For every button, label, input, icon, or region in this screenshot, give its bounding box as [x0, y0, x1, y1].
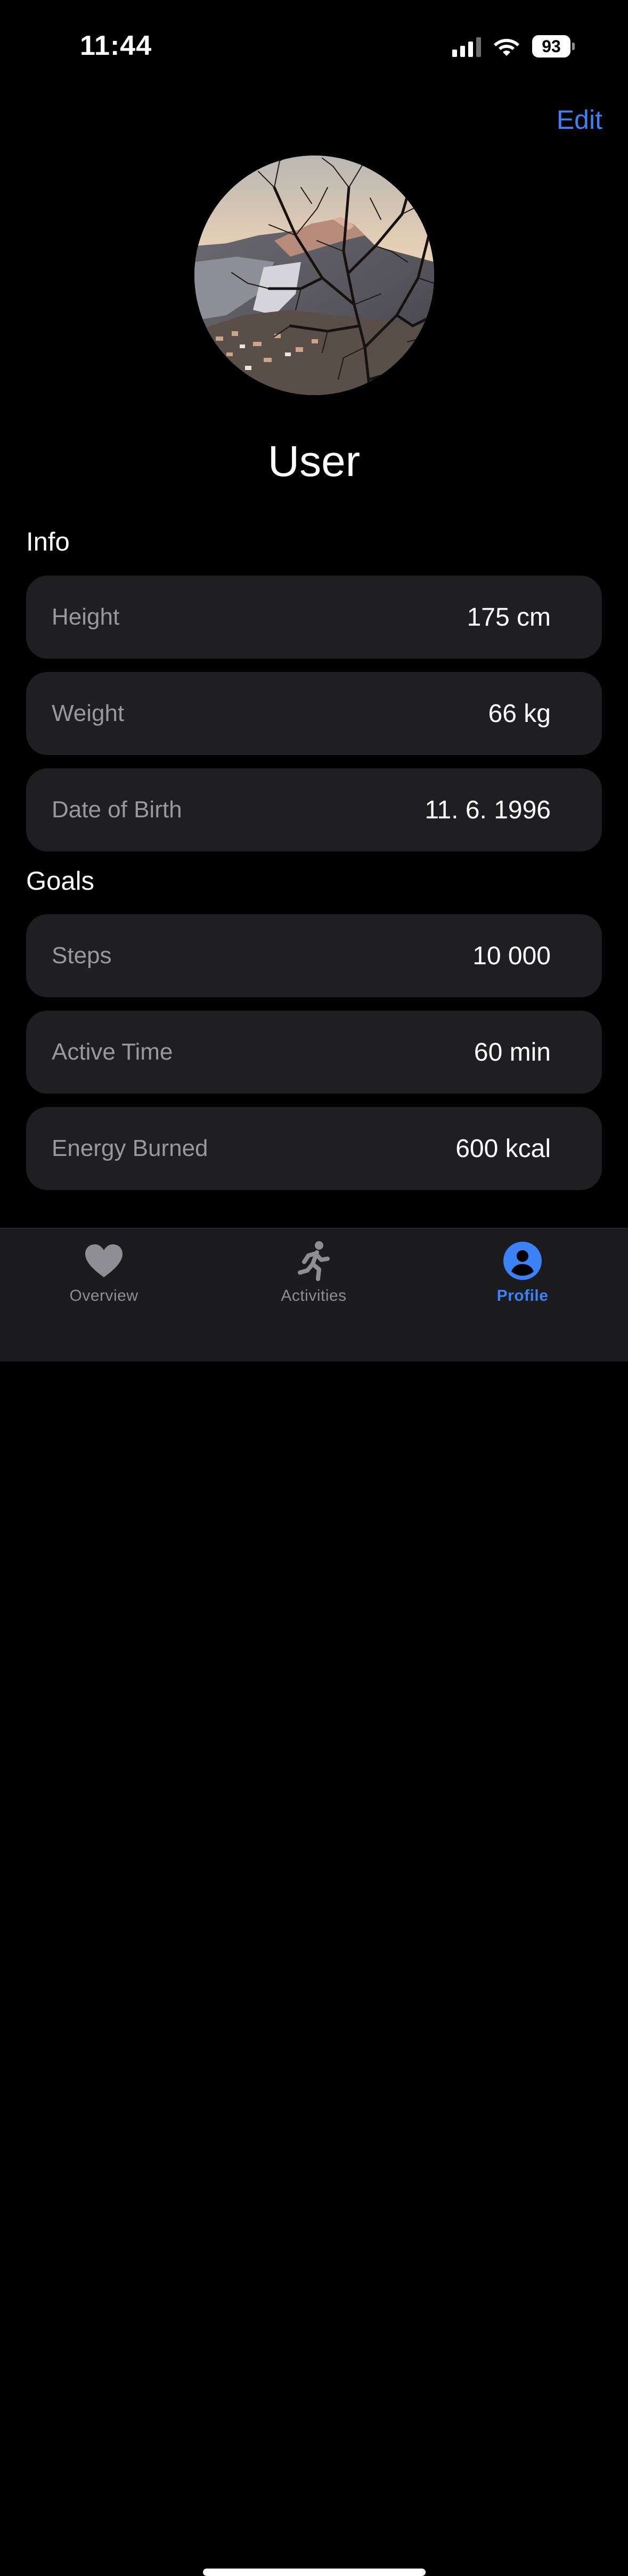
info-row-date-of-birth[interactable]: Date of Birth 11. 6. 1996 [26, 768, 602, 851]
wifi-icon [493, 36, 520, 57]
row-label: Height [52, 604, 120, 630]
heart-icon [84, 1238, 124, 1284]
signal-icon [452, 36, 481, 57]
tab-overview[interactable]: Overview [40, 1238, 168, 1318]
row-value: 175 cm [467, 603, 551, 631]
status-icons: 93 [452, 33, 575, 60]
person-circle-icon [503, 1238, 542, 1284]
avatar[interactable] [194, 155, 434, 395]
goals-section-title: Goals [26, 867, 95, 896]
tab-profile[interactable]: Profile [459, 1238, 586, 1318]
home-indicator[interactable] [203, 2569, 426, 2576]
running-figure-icon [297, 1238, 331, 1284]
battery-level: 93 [532, 35, 570, 58]
goal-row-energy-burned[interactable]: Energy Burned 600 kcal [26, 1107, 602, 1190]
tab-activities[interactable]: Activities [250, 1238, 378, 1318]
info-row-weight[interactable]: Weight 66 kg [26, 672, 602, 755]
tab-label: Profile [496, 1287, 549, 1305]
row-label: Energy Burned [52, 1135, 208, 1161]
goal-row-steps[interactable]: Steps 10 000 [26, 914, 602, 997]
goal-row-active-time[interactable]: Active Time 60 min [26, 1011, 602, 1094]
battery-icon: 93 [532, 35, 575, 58]
row-value: 10 000 [472, 941, 551, 970]
user-name: User [267, 437, 361, 486]
row-label: Weight [52, 700, 125, 726]
row-value: 11. 6. 1996 [425, 795, 551, 824]
tab-label: Activities [281, 1287, 347, 1305]
tab-label: Overview [69, 1287, 138, 1305]
row-value: 60 min [474, 1038, 551, 1067]
status-bar: 11:44 93 [0, 0, 628, 91]
info-row-height[interactable]: Height 175 cm [26, 576, 602, 659]
row-label: Steps [52, 942, 112, 969]
tab-bar: Overview Activities Profile [0, 1228, 628, 2576]
edit-button[interactable]: Edit [557, 104, 602, 135]
row-label: Active Time [52, 1039, 173, 1065]
row-value: 600 kcal [455, 1134, 551, 1163]
info-section-title: Info [26, 528, 70, 556]
status-time: 11:44 [80, 30, 152, 61]
row-label: Date of Birth [52, 797, 182, 823]
row-value: 66 kg [488, 699, 551, 728]
